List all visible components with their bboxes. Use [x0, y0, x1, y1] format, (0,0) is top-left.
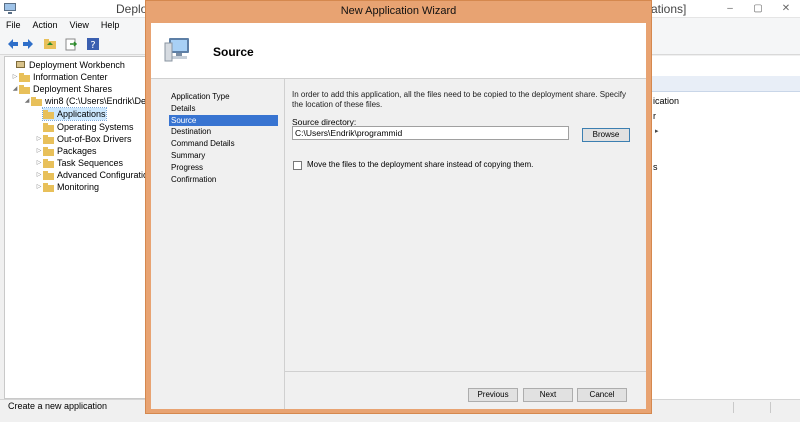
step-application-type[interactable]: Application Type: [169, 91, 279, 103]
action-item[interactable]: r: [653, 111, 656, 121]
wizard-title: New Application Wizard: [340, 5, 457, 17]
folder-icon: [43, 109, 54, 119]
tree-node-advanced-configuration[interactable]: ▷ Advanced Configuratio: [35, 169, 148, 181]
tree-node-packages[interactable]: ▷ Packages: [35, 145, 97, 157]
close-button[interactable]: ✕: [772, 0, 800, 18]
folder-icon: [19, 84, 30, 94]
next-button[interactable]: Next: [523, 388, 573, 402]
forward-arrow-icon[interactable]: [21, 37, 35, 51]
folder-up-icon[interactable]: [43, 37, 57, 51]
folder-icon: [43, 134, 54, 144]
source-directory-input[interactable]: [292, 126, 569, 140]
cancel-button[interactable]: Cancel: [577, 388, 627, 402]
wizard-body: Source Application Type Details Source D…: [151, 23, 646, 409]
tree-node-monitoring[interactable]: ▷ Monitoring: [35, 181, 99, 193]
actions-pane-header: [652, 76, 800, 92]
previous-button[interactable]: Previous: [468, 388, 518, 402]
wizard-footer: Previous Next Cancel: [284, 371, 646, 409]
wizard-steps: Application Type Details Source Destinat…: [169, 91, 279, 185]
tree-node-applications[interactable]: Applications: [42, 107, 107, 121]
folder-icon: [43, 170, 54, 180]
expanded-arrow-icon[interactable]: ◢: [11, 83, 19, 95]
help-icon[interactable]: ?: [86, 37, 100, 51]
move-files-label: Move the files to the deployment share i…: [307, 160, 534, 169]
expanded-arrow-icon[interactable]: ◢: [23, 95, 31, 107]
collapsed-arrow-icon[interactable]: ▷: [35, 145, 43, 157]
svg-text:?: ?: [90, 40, 95, 51]
action-item[interactable]: ication: [653, 96, 679, 106]
step-details[interactable]: Details: [169, 103, 279, 115]
action-item[interactable]: s: [653, 162, 658, 172]
menu-file[interactable]: File: [6, 18, 21, 33]
tree-node-deployment-shares[interactable]: ◢ Deployment Shares: [11, 83, 112, 95]
back-arrow-icon[interactable]: [6, 37, 20, 51]
menu-help[interactable]: Help: [101, 18, 120, 33]
folder-icon: [43, 182, 54, 192]
submenu-arrow-icon: ▸: [655, 128, 659, 135]
folder-icon: [43, 158, 54, 168]
status-divider: [733, 402, 734, 413]
step-progress[interactable]: Progress: [169, 162, 279, 174]
export-icon[interactable]: [64, 37, 78, 51]
workbench-icon: [16, 60, 25, 68]
step-confirmation[interactable]: Confirmation: [169, 174, 279, 186]
step-destination[interactable]: Destination: [169, 126, 279, 138]
background-window-title-tail: ations]: [651, 2, 687, 16]
collapsed-arrow-icon[interactable]: ▷: [11, 71, 19, 83]
tree-node-share[interactable]: ◢ win8 (C:\Users\Endrik\Dep: [23, 95, 151, 107]
step-source[interactable]: Source: [169, 114, 278, 127]
tree-node-task-sequences[interactable]: ▷ Task Sequences: [35, 157, 123, 169]
actions-pane: ication r ▸ s: [651, 56, 800, 399]
status-divider: [770, 402, 771, 413]
computer-icon: [164, 38, 189, 62]
minimize-button[interactable]: –: [716, 0, 744, 18]
move-files-checkbox[interactable]: [293, 161, 302, 170]
page-title: Source: [213, 45, 254, 59]
status-text: Create a new application: [8, 401, 108, 411]
folder-icon: [43, 122, 54, 132]
folder-icon: [19, 72, 30, 82]
intro-text: In order to add this application, all th…: [292, 90, 626, 109]
menu-view[interactable]: View: [70, 18, 89, 33]
collapsed-arrow-icon[interactable]: ▷: [35, 181, 43, 193]
step-command-details[interactable]: Command Details: [169, 138, 279, 150]
collapsed-arrow-icon[interactable]: ▷: [35, 157, 43, 169]
workbench-app-icon: [4, 3, 16, 14]
collapsed-arrow-icon[interactable]: ▷: [35, 169, 43, 181]
tree-node-information-center[interactable]: ▷ Information Center: [11, 71, 108, 83]
folder-icon: [31, 96, 42, 106]
step-summary[interactable]: Summary: [169, 150, 279, 162]
wizard-header: Source: [151, 23, 646, 79]
collapsed-arrow-icon[interactable]: ▷: [35, 133, 43, 145]
menu-action[interactable]: Action: [33, 18, 58, 33]
tree-node-operating-systems[interactable]: Operating Systems: [43, 121, 134, 133]
tree-node-drivers[interactable]: ▷ Out-of-Box Drivers: [35, 133, 132, 145]
browse-button[interactable]: Browse: [582, 128, 630, 142]
tree-node-root[interactable]: Deployment Workbench: [7, 59, 125, 71]
maximize-button[interactable]: ▢: [744, 0, 772, 18]
new-application-wizard: New Application Wizard Source Applicatio…: [145, 0, 652, 414]
folder-icon: [43, 146, 54, 156]
console-tree: Deployment Workbench ▷ Information Cente…: [4, 56, 151, 399]
wizard-content: In order to add this application, all th…: [284, 79, 646, 371]
